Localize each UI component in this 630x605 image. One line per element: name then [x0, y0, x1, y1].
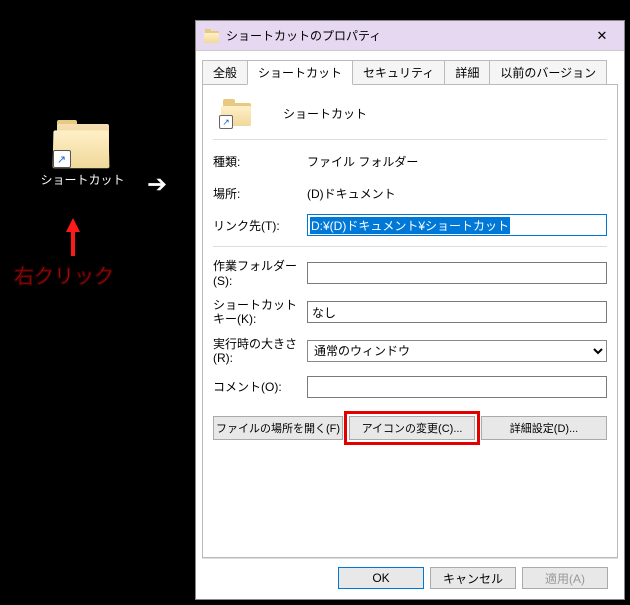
divider: [213, 246, 607, 247]
header-folder-icon: ↗: [221, 99, 253, 127]
tab-shortcut[interactable]: ショートカット: [247, 60, 353, 85]
apply-button[interactable]: 適用(A): [522, 567, 608, 589]
row-location: 場所: (D)ドキュメント: [213, 182, 607, 204]
advanced-button[interactable]: 詳細設定(D)...: [481, 416, 607, 440]
workdir-label: 作業フォルダー(S):: [213, 257, 307, 288]
shortcut-key-input[interactable]: [307, 301, 607, 323]
dialog-title: ショートカットのプロパティ: [226, 27, 580, 44]
action-buttons: ファイルの場所を開く(F) アイコンの変更(C)... 詳細設定(D)...: [213, 416, 607, 440]
dialog-footer: OK キャンセル 適用(A): [202, 558, 618, 599]
tab-previous-versions[interactable]: 以前のバージョン: [489, 60, 607, 85]
run-select[interactable]: 通常のウィンドウ: [307, 340, 607, 362]
row-target: リンク先(T): D:¥(D)ドキュメント¥ショートカット: [213, 214, 607, 236]
properties-dialog: ショートカットのプロパティ ✕ 全般 ショートカット セキュリティ 詳細 以前の…: [195, 20, 625, 600]
shortcut-overlay-icon: ↗: [53, 150, 71, 168]
row-workdir: 作業フォルダー(S):: [213, 257, 607, 288]
shortcut-key-label: ショートカット キー(K):: [213, 298, 307, 327]
header-row: ↗ ショートカット: [213, 99, 607, 127]
target-input[interactable]: D:¥(D)ドキュメント¥ショートカット: [307, 214, 607, 236]
target-value: D:¥(D)ドキュメント¥ショートカット: [310, 217, 510, 234]
desktop-shortcut[interactable]: ↗ ショートカット: [40, 120, 125, 188]
type-value: ファイル フォルダー: [307, 153, 607, 170]
annotation-arrow-right-icon: ➔: [147, 173, 167, 197]
titlebar[interactable]: ショートカットのプロパティ ✕: [196, 21, 624, 51]
divider: [213, 139, 607, 140]
desktop-shortcut-label: ショートカット: [40, 171, 125, 188]
close-button[interactable]: ✕: [580, 21, 624, 51]
tab-panel: ↗ ショートカット 種類: ファイル フォルダー 場所: (D)ドキュメント リ…: [202, 84, 618, 558]
tab-strip: 全般 ショートカット セキュリティ 詳細 以前のバージョン: [196, 51, 624, 84]
open-file-location-button[interactable]: ファイルの場所を開く(F): [213, 416, 343, 440]
location-value: (D)ドキュメント: [307, 185, 607, 202]
location-label: 場所:: [213, 185, 307, 202]
comment-input[interactable]: [307, 376, 607, 398]
close-icon: ✕: [597, 28, 608, 44]
comment-label: コメント(O):: [213, 378, 307, 395]
tab-general[interactable]: 全般: [202, 60, 248, 85]
tab-details[interactable]: 詳細: [444, 60, 490, 85]
ok-button[interactable]: OK: [338, 567, 424, 589]
annotation-right-click-label: 右クリック: [14, 260, 114, 289]
folder-icon: ↗: [53, 120, 113, 168]
row-shortcut-key: ショートカット キー(K):: [213, 298, 607, 327]
target-label: リンク先(T):: [213, 217, 307, 234]
run-label: 実行時の大きさ(R):: [213, 337, 307, 366]
row-type: 種類: ファイル フォルダー: [213, 150, 607, 172]
header-name: ショートカット: [283, 105, 367, 122]
tab-security[interactable]: セキュリティ: [352, 60, 445, 85]
shortcut-overlay-icon: ↗: [219, 115, 233, 129]
workdir-input[interactable]: [307, 262, 607, 284]
row-comment: コメント(O):: [213, 376, 607, 398]
change-icon-button[interactable]: アイコンの変更(C)...: [349, 416, 475, 440]
cancel-button[interactable]: キャンセル: [430, 567, 516, 589]
titlebar-folder-icon: [204, 28, 220, 44]
row-run: 実行時の大きさ(R): 通常のウィンドウ: [213, 337, 607, 366]
type-label: 種類:: [213, 153, 307, 170]
